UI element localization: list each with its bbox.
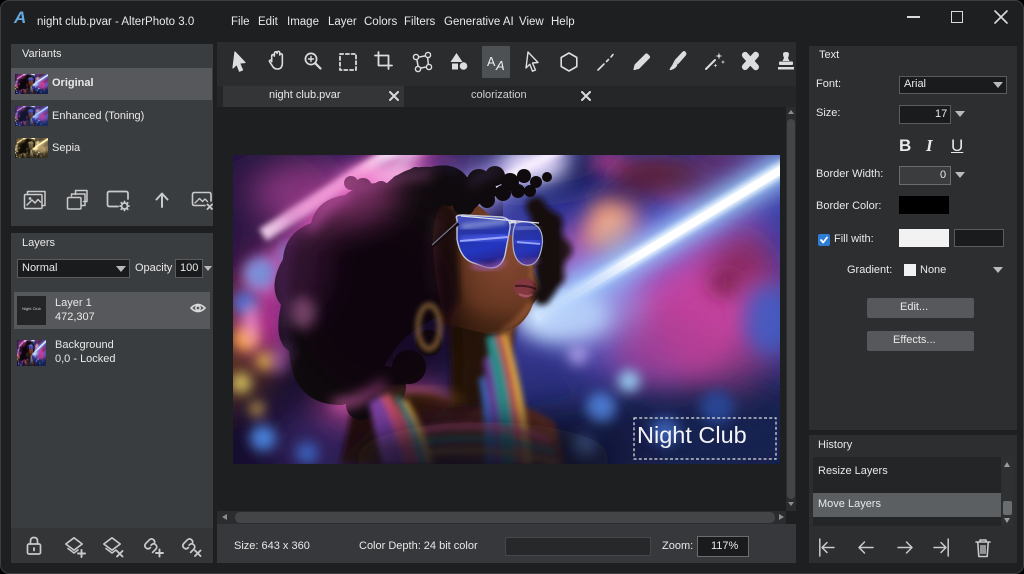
svg-text:A: A [487, 55, 496, 69]
svg-text:A: A [495, 58, 505, 73]
svg-text:Night Club: Night Club [637, 422, 747, 448]
